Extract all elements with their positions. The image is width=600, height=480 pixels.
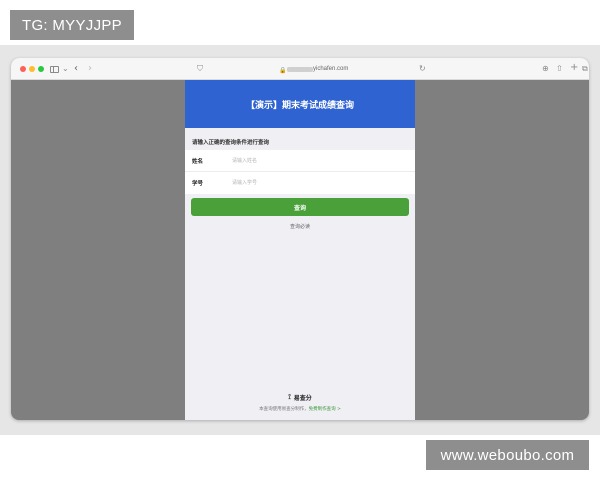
query-button[interactable]: 查询 [191, 198, 409, 216]
query-notice-link[interactable]: 查询必读 [185, 223, 415, 230]
brand-logo: ⟟ 易查分 [185, 393, 415, 402]
privacy-shield-icon[interactable]: ⛉ [197, 63, 203, 75]
query-page: 【演示】期末考试成绩查询 请输入正确的查询条件进行查询 姓名 学号 查询 查询必… [185, 80, 415, 420]
reload-icon[interactable]: ↻ [419, 63, 426, 75]
student-id-row: 学号 [185, 172, 415, 194]
watermark-tag-top: TG: MYYJJPP [10, 10, 134, 40]
zoom-window-button[interactable] [38, 66, 44, 72]
lock-icon: 🔒 [279, 67, 287, 74]
screenshot: TG: MYYJJPP ⌄ ‹ › ⛉ 🔒 yichafen.com ↻ ⊕ ⇧… [0, 0, 600, 480]
address-bar-url[interactable]: yichafen.com [313, 64, 348, 74]
sidebar-icon[interactable] [50, 66, 59, 73]
download-icon[interactable]: ⊕ [542, 63, 549, 75]
footer-text: 本查询使用易查分制作， [259, 407, 309, 412]
share-icon[interactable]: ⇧ [556, 63, 563, 75]
query-form: 姓名 学号 [185, 150, 415, 194]
back-icon[interactable]: ‹ [74, 63, 78, 75]
brand-icon: ⟟ [288, 393, 291, 401]
browser-toolbar: ⌄ ‹ › ⛉ 🔒 yichafen.com ↻ ⊕ ⇧ + ⧉ [11, 58, 589, 80]
brand-name: 易查分 [293, 395, 312, 402]
minimize-window-button[interactable] [29, 66, 35, 72]
page-footer: 本查询使用易查分制作，免费制作查询 > [185, 406, 415, 412]
name-input[interactable] [232, 155, 402, 167]
page-title: 【演示】期末考试成绩查询 [185, 80, 415, 128]
name-row: 姓名 [185, 150, 415, 172]
new-tab-icon[interactable]: + [570, 62, 578, 74]
forward-icon[interactable]: › [88, 63, 92, 75]
browser-window: ⌄ ‹ › ⛉ 🔒 yichafen.com ↻ ⊕ ⇧ + ⧉ 【演示】期末考… [11, 58, 589, 420]
student-id-label: 学号 [192, 181, 204, 187]
name-label: 姓名 [192, 159, 204, 165]
close-window-button[interactable] [20, 66, 26, 72]
chevron-down-icon[interactable]: ⌄ [62, 63, 69, 75]
tab-overview-icon[interactable]: ⧉ [582, 63, 588, 75]
free-create-link[interactable]: 免费制作查询 > [309, 407, 341, 412]
student-id-input[interactable] [232, 177, 402, 189]
watermark-tag-bottom: www.weboubo.com [426, 440, 589, 470]
query-hint: 请输入正确的查询条件进行查询 [192, 140, 270, 146]
url-redaction [287, 67, 313, 72]
